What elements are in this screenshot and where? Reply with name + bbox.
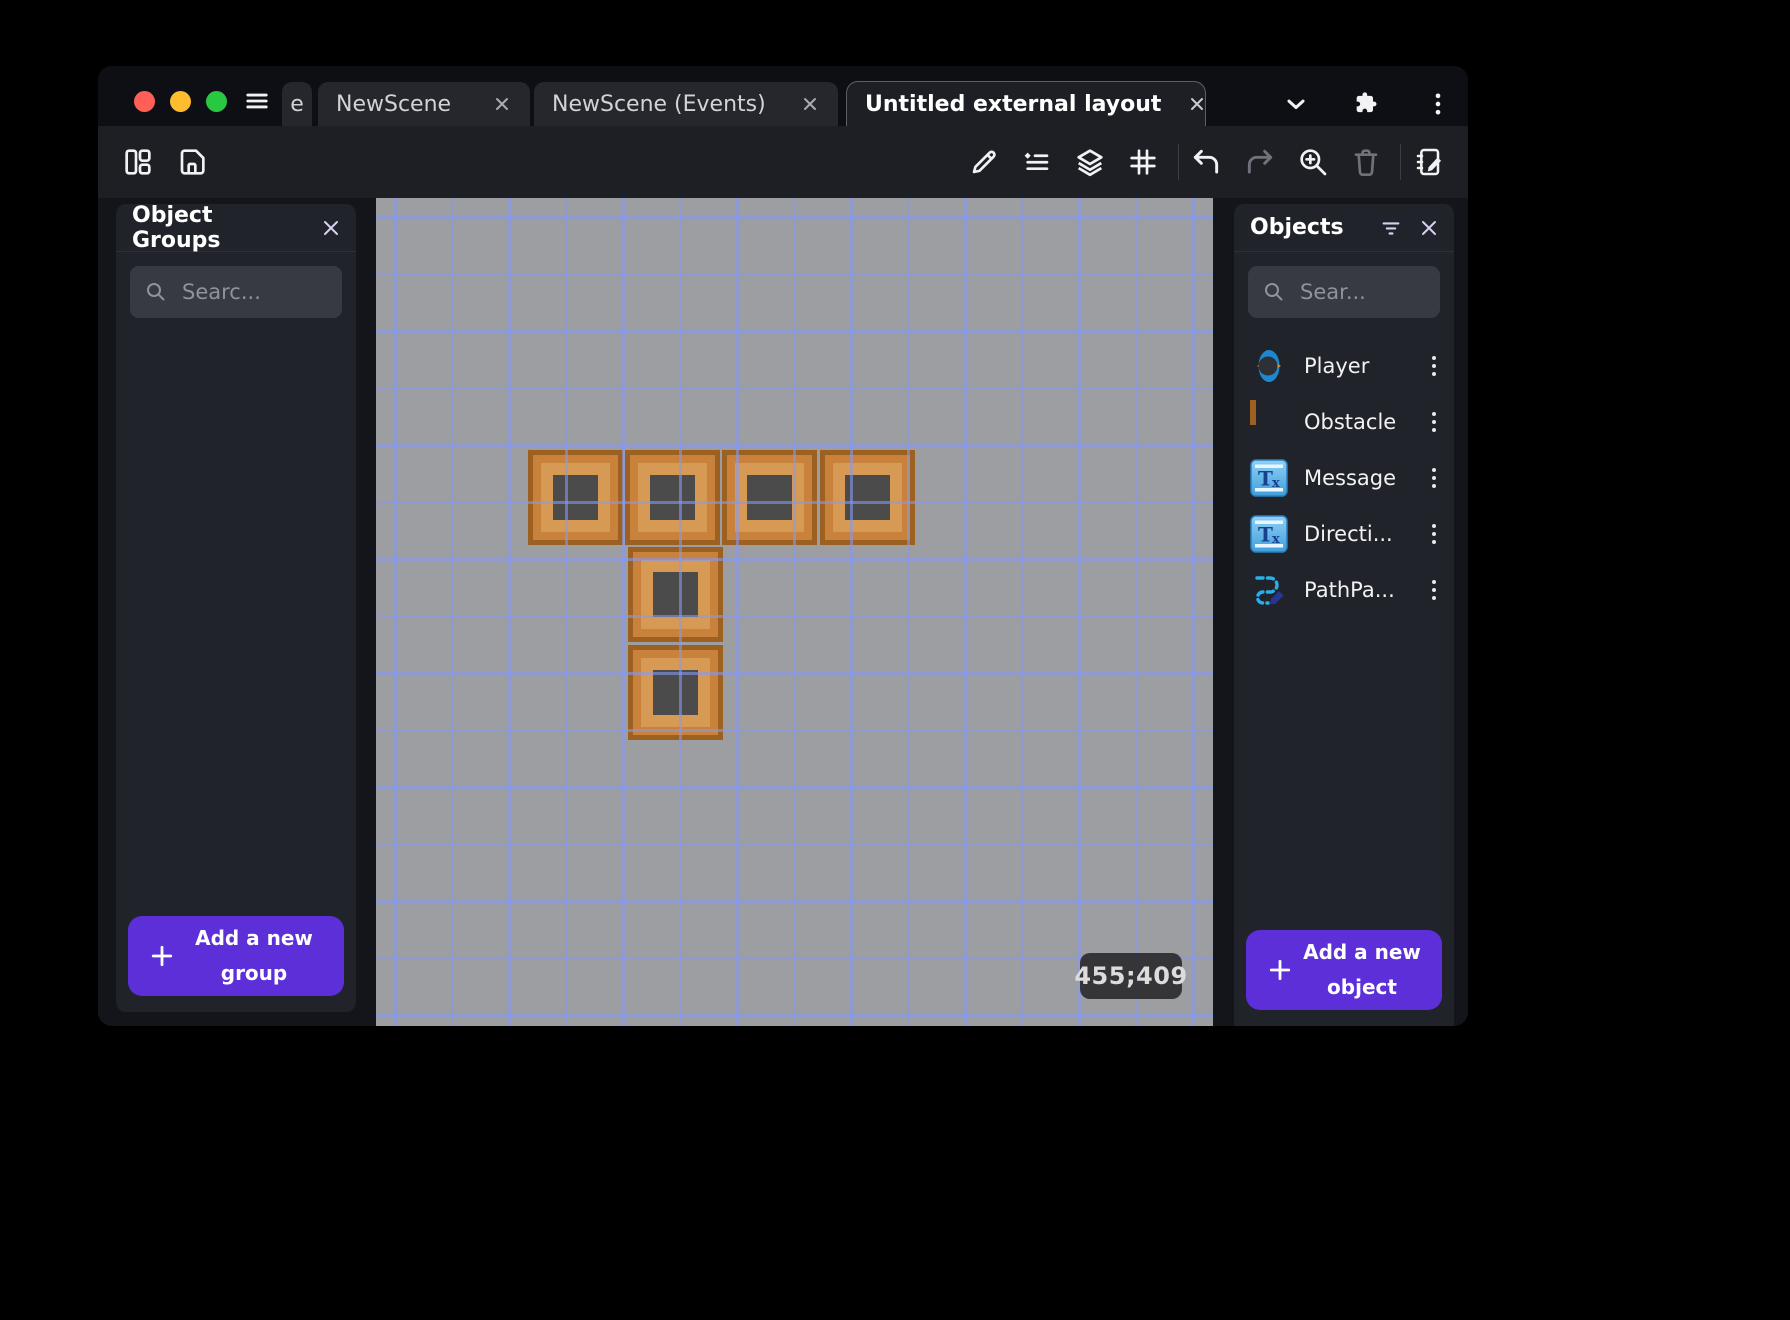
save-icon[interactable] xyxy=(176,146,208,178)
search-icon xyxy=(144,280,168,304)
svg-text:T: T xyxy=(1258,467,1273,491)
object-label: Directi... xyxy=(1304,522,1422,546)
search-input[interactable] xyxy=(180,279,330,305)
toolbar-separator xyxy=(1400,144,1401,180)
scene-canvas[interactable]: 455;409 xyxy=(376,198,1213,1026)
object-row-player[interactable]: Player xyxy=(1234,338,1454,394)
obstacle-block-instance[interactable] xyxy=(625,450,720,545)
trash-icon[interactable] xyxy=(1350,146,1382,178)
object-row-message[interactable]: T x Message xyxy=(1234,450,1454,506)
path-draw-icon xyxy=(1250,571,1288,609)
object-menu-kebab-icon[interactable] xyxy=(1422,353,1446,379)
tab-newscene[interactable]: NewScene xyxy=(318,82,530,126)
obstacle-block-instance[interactable] xyxy=(628,645,723,740)
open-panels-layout-icon[interactable] xyxy=(122,146,154,178)
objects-list: Player Obstacle xyxy=(1234,338,1454,618)
panel-title: Object Groups xyxy=(132,203,304,253)
search-input[interactable] xyxy=(1298,279,1428,305)
filter-icon[interactable] xyxy=(1380,217,1402,239)
object-row-obstacle[interactable]: Obstacle xyxy=(1234,394,1454,450)
tab-clipped[interactable]: e xyxy=(282,82,312,126)
object-row-directions[interactable]: T x Directi... xyxy=(1234,506,1454,562)
toolbar: Preview Publish xyxy=(98,126,1468,198)
obstacle-block-instance[interactable] xyxy=(628,547,723,642)
add-object-label: Add a new object xyxy=(1294,935,1442,1005)
close-tab-icon[interactable] xyxy=(800,94,820,114)
svg-text:T: T xyxy=(1258,523,1273,547)
tab-label: Untitled external layout xyxy=(865,92,1161,117)
obstacle-sprite-icon xyxy=(1250,403,1288,441)
tab-newscene-events[interactable]: NewScene (Events) xyxy=(534,82,838,126)
objects-searchbox xyxy=(1248,266,1440,318)
close-panel-icon[interactable] xyxy=(1418,217,1440,239)
minimize-window-button[interactable] xyxy=(170,91,191,112)
tab-untitled-external-layout[interactable]: Untitled external layout xyxy=(846,81,1206,126)
text-object-icon: T x xyxy=(1250,515,1288,553)
edit-scene-properties-icon[interactable] xyxy=(1414,146,1446,178)
obstacle-block-instance[interactable] xyxy=(722,450,817,545)
layers-icon[interactable] xyxy=(1074,146,1106,178)
object-label: Player xyxy=(1304,354,1422,378)
player-sprite-icon xyxy=(1250,347,1288,385)
editor-content: 455;409 Object Groups Add a new group xyxy=(98,198,1468,1026)
svg-text:x: x xyxy=(1272,476,1280,491)
plus-icon xyxy=(1266,956,1294,984)
add-group-button[interactable]: Add a new group xyxy=(128,916,344,996)
object-menu-kebab-icon[interactable] xyxy=(1422,577,1446,603)
cursor-coordinates-badge: 455;409 xyxy=(1080,953,1182,999)
edit-pencil-icon[interactable] xyxy=(968,146,1000,178)
instances-list-icon[interactable] xyxy=(1021,146,1053,178)
chevron-down-icon[interactable] xyxy=(1282,90,1310,118)
tab-label: NewScene (Events) xyxy=(552,92,766,117)
fullscreen-window-button[interactable] xyxy=(206,91,227,112)
object-label: Obstacle xyxy=(1304,410,1422,434)
object-menu-kebab-icon[interactable] xyxy=(1422,521,1446,547)
object-menu-kebab-icon[interactable] xyxy=(1422,465,1446,491)
svg-text:x: x xyxy=(1272,532,1280,547)
main-menu-icon[interactable] xyxy=(240,88,274,114)
object-menu-kebab-icon[interactable] xyxy=(1422,409,1446,435)
add-object-button[interactable]: Add a new object xyxy=(1246,930,1442,1010)
close-panel-icon[interactable] xyxy=(320,217,342,239)
objects-header: Objects xyxy=(1234,204,1454,252)
object-groups-searchbox xyxy=(130,266,342,318)
panel-title: Objects xyxy=(1250,215,1364,240)
undo-icon[interactable] xyxy=(1190,146,1222,178)
app-window: e NewScene NewScene (Events) Untitled ex… xyxy=(98,66,1468,1026)
toolbar-separator xyxy=(1178,144,1179,180)
close-tab-icon[interactable] xyxy=(492,94,512,114)
traffic-lights xyxy=(134,91,227,112)
tab-label: NewScene xyxy=(336,92,451,117)
objects-panel: Objects xyxy=(1234,204,1454,1026)
close-window-button[interactable] xyxy=(134,91,155,112)
text-object-icon: T x xyxy=(1250,459,1288,497)
blocks-layer xyxy=(376,198,1213,1026)
object-row-pathpaint[interactable]: PathPa... xyxy=(1234,562,1454,618)
more-options-kebab-icon[interactable] xyxy=(1424,90,1452,118)
tab-bar: e NewScene NewScene (Events) Untitled ex… xyxy=(98,66,1468,126)
object-label: PathPa... xyxy=(1304,578,1422,602)
obstacle-block-instance[interactable] xyxy=(820,450,915,545)
object-groups-panel: Object Groups Add a new group xyxy=(116,204,356,1012)
plus-icon xyxy=(148,942,176,970)
add-group-label: Add a new group xyxy=(176,921,344,991)
extensions-puzzle-icon[interactable] xyxy=(1352,90,1380,118)
close-tab-icon[interactable] xyxy=(1187,94,1207,114)
search-icon xyxy=(1262,280,1286,304)
tab-label: e xyxy=(290,92,304,117)
object-groups-header: Object Groups xyxy=(116,204,356,252)
zoom-in-icon[interactable] xyxy=(1297,146,1329,178)
redo-icon[interactable] xyxy=(1244,146,1276,178)
obstacle-block-instance[interactable] xyxy=(528,450,623,545)
grid-icon[interactable] xyxy=(1127,146,1159,178)
object-label: Message xyxy=(1304,466,1422,490)
